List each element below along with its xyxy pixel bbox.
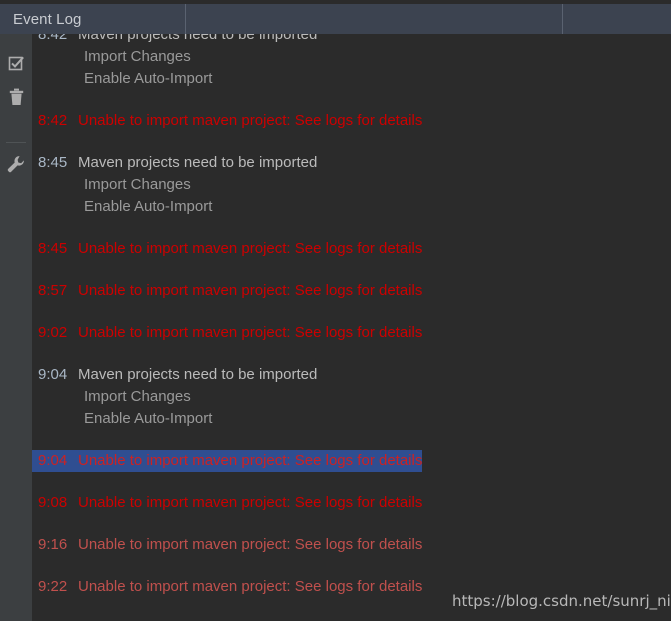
log-entry[interactable]: 8:45 Maven projects need to be imported … [32, 152, 671, 218]
log-entry-selected[interactable]: 9:04 Unable to import maven project: See… [32, 450, 671, 472]
log-message: Unable to import maven project: See logs… [78, 578, 423, 595]
mark-all-read-icon [8, 55, 25, 72]
log-message: Maven projects need to be imported [78, 154, 318, 171]
entry-gap [32, 132, 671, 152]
log-row[interactable]: 9:04 Unable to import maven project: See… [32, 450, 423, 472]
log-time: 8:57 [38, 282, 68, 299]
log-entry[interactable]: 9:08 Unable to import maven project: See… [32, 492, 671, 514]
header-empty-region-1 [186, 4, 562, 34]
log-entry[interactable]: 9:04 Maven projects need to be imported … [32, 364, 671, 430]
entry-gap [32, 344, 671, 364]
log-time: 8:42 [38, 112, 68, 129]
log-time: 9:08 [38, 494, 68, 511]
log-time: 9:02 [38, 324, 68, 341]
log-row[interactable]: 8:42 Unable to import maven project: See… [32, 110, 671, 132]
log-time: 8:42 [38, 34, 68, 43]
log-entry[interactable]: 9:02 Unable to import maven project: See… [32, 322, 671, 344]
log-time: 9:22 [38, 578, 68, 595]
log-action-import-changes[interactable]: Import Changes [32, 174, 671, 196]
log-action-enable-auto-import[interactable]: Enable Auto-Import [32, 196, 671, 218]
log-message: Unable to import maven project: See logs… [78, 452, 423, 469]
log-row[interactable]: 8:57 Unable to import maven project: See… [32, 280, 671, 302]
entry-gap [32, 90, 671, 110]
event-log-list[interactable]: 8:42 Maven projects need to be imported … [32, 34, 671, 621]
header-empty-region-2 [563, 4, 671, 34]
log-action-import-changes[interactable]: Import Changes [32, 46, 671, 68]
clear-all-button[interactable] [0, 82, 32, 112]
log-message: Unable to import maven project: See logs… [78, 240, 423, 257]
log-time: 8:45 [38, 240, 68, 257]
entry-gap [32, 472, 671, 492]
log-message: Unable to import maven project: See logs… [78, 282, 423, 299]
log-row[interactable]: 9:08 Unable to import maven project: See… [32, 492, 671, 514]
log-action-import-changes[interactable]: Import Changes [32, 386, 671, 408]
log-row[interactable]: 9:04 Maven projects need to be imported [32, 364, 671, 386]
settings-button[interactable] [0, 149, 32, 179]
log-entry[interactable]: 8:57 Unable to import maven project: See… [32, 280, 671, 302]
log-row[interactable]: 9:02 Unable to import maven project: See… [32, 322, 671, 344]
log-entry[interactable]: 8:42 Maven projects need to be imported … [32, 34, 671, 90]
log-row[interactable]: 9:16 Unable to import maven project: See… [32, 534, 671, 556]
log-message: Maven projects need to be imported [78, 34, 318, 43]
tab-event-log[interactable]: Event Log [0, 4, 185, 34]
log-row[interactable]: 8:42 Maven projects need to be imported [32, 34, 671, 46]
tool-window-sidebar [0, 34, 32, 621]
log-message: Unable to import maven project: See logs… [78, 324, 423, 341]
log-message: Maven projects need to be imported [78, 366, 318, 383]
wrench-icon [7, 155, 25, 173]
log-time: 9:04 [38, 366, 68, 383]
watermark-text: https://blog.csdn.net/sunrj_niu [452, 592, 671, 610]
log-entry[interactable]: 8:45 Unable to import maven project: See… [32, 238, 671, 260]
log-action-enable-auto-import[interactable]: Enable Auto-Import [32, 408, 671, 430]
log-message: Unable to import maven project: See logs… [78, 536, 423, 553]
log-time: 9:04 [38, 452, 68, 469]
tab-event-log-label: Event Log [13, 10, 82, 28]
log-message: Unable to import maven project: See logs… [78, 112, 423, 129]
entry-gap [32, 430, 671, 450]
entry-gap [32, 302, 671, 322]
tool-window-header: Event Log [0, 4, 671, 34]
sidebar-divider [6, 142, 26, 143]
log-row[interactable]: 8:45 Maven projects need to be imported [32, 152, 671, 174]
log-time: 8:45 [38, 154, 68, 171]
entry-gap [32, 218, 671, 238]
log-entry[interactable]: 8:42 Unable to import maven project: See… [32, 110, 671, 132]
log-time: 9:16 [38, 536, 68, 553]
log-action-enable-auto-import[interactable]: Enable Auto-Import [32, 68, 671, 90]
entry-gap [32, 260, 671, 280]
trash-icon [9, 88, 24, 106]
log-row[interactable]: 8:45 Unable to import maven project: See… [32, 238, 671, 260]
log-entry[interactable]: 9:16 Unable to import maven project: See… [32, 534, 671, 556]
mark-all-read-button[interactable] [0, 48, 32, 78]
log-message: Unable to import maven project: See logs… [78, 494, 423, 511]
entry-gap [32, 556, 671, 576]
entry-gap [32, 514, 671, 534]
event-log-window: Event Log 8:42 Maven projects need to be… [0, 0, 671, 621]
